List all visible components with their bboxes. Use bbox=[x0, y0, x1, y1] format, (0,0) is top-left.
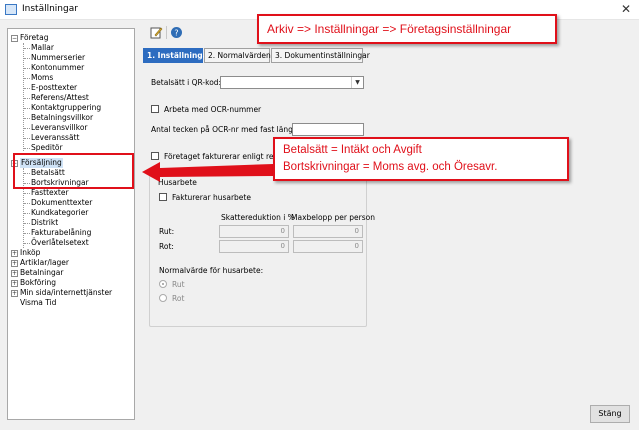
betalsatt-qr-label: Betalsätt i QR-kod: bbox=[151, 78, 222, 87]
fakturerar-husarbete-checkbox[interactable] bbox=[159, 193, 167, 201]
tree-line bbox=[24, 213, 30, 214]
tree-line bbox=[24, 98, 30, 99]
tree-line bbox=[24, 48, 30, 49]
maxbelopp-header: Maxbelopp per person bbox=[291, 213, 376, 222]
expand-icon[interactable]: + bbox=[11, 290, 18, 297]
tree-item[interactable]: Betalningsvillkor bbox=[31, 113, 93, 123]
chevron-down-icon[interactable]: ▼ bbox=[351, 77, 363, 88]
rot-percent-field: 0 bbox=[219, 240, 289, 253]
tree-line bbox=[24, 148, 30, 149]
rot-label: Rot: bbox=[159, 242, 174, 251]
rot-max-field: 0 bbox=[293, 240, 363, 253]
tree-item[interactable]: Nummerserier bbox=[31, 53, 85, 63]
ocr-checkbox[interactable] bbox=[151, 105, 159, 113]
tree-line bbox=[24, 128, 30, 129]
tree-node-top[interactable]: Min sida/internettjänster bbox=[20, 288, 112, 298]
tree-line bbox=[23, 43, 24, 151]
tab-normalvarden[interactable]: 2. Normalvärden bbox=[204, 48, 271, 63]
tree-item[interactable]: Fasttexter bbox=[31, 188, 69, 198]
expand-icon[interactable]: + bbox=[11, 280, 18, 287]
tree-item[interactable]: Distrikt bbox=[31, 218, 58, 228]
tree-line bbox=[24, 118, 30, 119]
tree-line bbox=[24, 223, 30, 224]
window-title: Inställningar bbox=[22, 4, 78, 14]
tree-node-foretag[interactable]: Företag bbox=[20, 33, 48, 43]
close-button[interactable]: Stäng bbox=[590, 405, 630, 423]
radio-rut-label: Rut bbox=[172, 280, 185, 289]
tree-line bbox=[24, 108, 30, 109]
rut-max-field: 0 bbox=[293, 225, 363, 238]
expand-icon[interactable]: + bbox=[11, 270, 18, 277]
tree-item[interactable]: Fakturabelåning bbox=[31, 228, 91, 238]
tree-line bbox=[24, 243, 30, 244]
fakturerar-husarbete-label: Fakturerar husarbete bbox=[172, 193, 251, 202]
tree-line bbox=[24, 68, 30, 69]
ocr-length-input[interactable] bbox=[292, 123, 364, 136]
annotation-arrow bbox=[142, 162, 273, 182]
annotation-line-2: Bortskrivningar = Moms avg. och Öresavr. bbox=[283, 161, 498, 173]
ocr-label: Arbeta med OCR-nummer bbox=[164, 105, 262, 114]
annotation-callout-path: Arkiv => Inställningar => Företagsinstäl… bbox=[257, 14, 557, 44]
skattereduktion-header: Skattereduktion i % bbox=[221, 213, 295, 222]
annotation-highlight-box bbox=[13, 153, 134, 189]
normalvarde-label: Normalvärde för husarbete: bbox=[159, 266, 264, 275]
betalsatt-qr-select[interactable]: ▼ bbox=[220, 76, 364, 89]
tab-dokumentinstallningar[interactable]: 3. Dokumentinställningar bbox=[271, 48, 370, 63]
expand-icon[interactable]: + bbox=[11, 250, 18, 257]
svg-text:?: ? bbox=[174, 29, 178, 38]
tree-item[interactable]: Kontaktgruppering bbox=[31, 103, 101, 113]
tree-item[interactable]: Moms bbox=[31, 73, 53, 83]
settings-tree[interactable]: − Företag Mallar Nummerserier Kontonummer M… bbox=[7, 28, 135, 420]
tree-item[interactable]: Leveransvillkor bbox=[31, 123, 88, 133]
close-icon[interactable]: ✕ bbox=[621, 2, 631, 16]
annotation-callout-forsaljning: Betalsätt = Intäkt och Avgift Bortskrivn… bbox=[273, 137, 569, 181]
radio-rot[interactable] bbox=[159, 294, 167, 302]
tree-line bbox=[24, 233, 30, 234]
edit-icon[interactable] bbox=[150, 26, 163, 39]
collapse-icon[interactable]: − bbox=[11, 35, 18, 42]
tree-line bbox=[24, 138, 30, 139]
tree-line bbox=[24, 78, 30, 79]
tree-line bbox=[24, 203, 30, 204]
rut-percent-field: 0 bbox=[219, 225, 289, 238]
tree-node-top[interactable]: Artiklar/lager bbox=[20, 258, 69, 268]
toolbar-separator bbox=[166, 26, 167, 39]
tree-node-top[interactable]: Betalningar bbox=[20, 268, 63, 278]
tree-item[interactable]: Kontonummer bbox=[31, 63, 84, 73]
tree-item[interactable]: Överlåtelsetext bbox=[31, 238, 89, 248]
settings-window: − Företag Mallar Nummerserier Kontonummer M… bbox=[0, 14, 639, 430]
tree-item[interactable]: Speditör bbox=[31, 143, 63, 153]
tree-line bbox=[24, 58, 30, 59]
tree-item[interactable]: E-posttexter bbox=[31, 83, 77, 93]
help-icon[interactable]: ? bbox=[170, 26, 183, 39]
tree-line bbox=[24, 193, 30, 194]
tree-item[interactable]: Referens/Attest bbox=[31, 93, 89, 103]
tree-node-top[interactable]: Inköp bbox=[20, 248, 40, 258]
tree-item[interactable]: Dokumenttexter bbox=[31, 198, 92, 208]
tree-item[interactable]: Mallar bbox=[31, 43, 54, 53]
radio-rut[interactable] bbox=[159, 280, 167, 288]
expand-icon[interactable]: + bbox=[11, 260, 18, 267]
annotation-line-1: Betalsätt = Intäkt och Avgift bbox=[283, 144, 422, 156]
radio-rot-label: Rot bbox=[172, 294, 185, 303]
tree-item[interactable]: Leveranssätt bbox=[31, 133, 79, 143]
tab-installningar[interactable]: 1. Inställningar bbox=[143, 48, 211, 63]
tree-node-top[interactable]: Bokföring bbox=[20, 278, 56, 288]
app-window-icon bbox=[5, 4, 17, 15]
tree-node-top[interactable]: Visma Tid bbox=[20, 298, 56, 308]
rut-label: Rut: bbox=[159, 227, 175, 236]
ocr-length-label: Antal tecken på OCR-nr med fast längd: bbox=[151, 125, 301, 134]
tree-item[interactable]: Kundkategorier bbox=[31, 208, 88, 218]
tree-line bbox=[24, 88, 30, 89]
